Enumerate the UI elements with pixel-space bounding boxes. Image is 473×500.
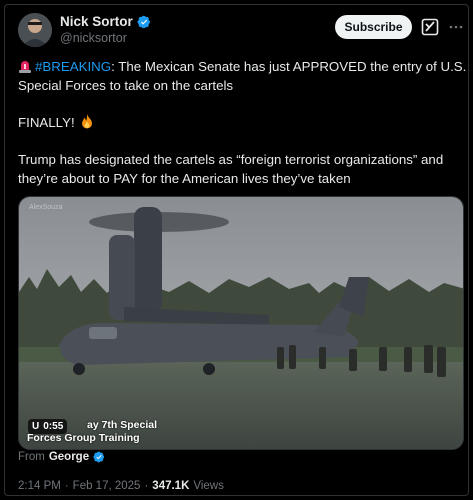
caption-line-1-suffix: ay 7th Special (87, 419, 158, 431)
avatar-image (18, 13, 52, 47)
caption-line-1-prefix: U (32, 421, 40, 432)
more-options-icon[interactable] (448, 15, 464, 39)
author-handle[interactable]: @nicksortor (60, 31, 151, 45)
video-watermark: AlexSouza (29, 204, 63, 211)
tweet-text: #BREAKING: The Mexican Senate has just A… (18, 57, 468, 206)
verified-badge-icon (137, 15, 150, 28)
tweet-paragraph-3: Trump has designated the cartels as “for… (18, 152, 444, 186)
video-timer-value: 0:55 (43, 421, 64, 432)
finally-text: FINALLY! (18, 115, 75, 130)
author-info: Nick Sortor @nicksortor (60, 14, 151, 45)
meta-separator-2: · (144, 480, 149, 492)
meta-separator-1: · (64, 480, 69, 492)
from-name-link[interactable]: George (49, 451, 89, 463)
tweet-paragraph-2: FINALLY! (18, 113, 468, 132)
from-label: From (18, 451, 45, 463)
grok-icon[interactable] (418, 15, 442, 39)
tweet-meta: 2:14 PM · Feb 17, 2025 · 347.1K Views (18, 480, 224, 492)
from-attribution: From George (18, 451, 105, 463)
hashtag-breaking-link[interactable]: #BREAKING (35, 59, 111, 74)
avatar[interactable] (18, 13, 52, 47)
siren-emoji-icon (19, 61, 31, 73)
tweet-date[interactable]: Feb 17, 2025 (73, 480, 141, 492)
video-player[interactable]: AlexSouza ay 7th Special Forces Group Tr… (18, 196, 464, 450)
author-display-name[interactable]: Nick Sortor (60, 14, 133, 29)
video-duration-timer: U 0:55 (28, 419, 68, 434)
tweet-card: Nick Sortor @nicksortor Subscribe #BREAK… (4, 4, 469, 496)
views-count: 347.1K (152, 480, 190, 492)
tweet-time[interactable]: 2:14 PM (18, 480, 61, 492)
verified-badge-icon (93, 451, 105, 463)
tweet-paragraph-1: #BREAKING: The Mexican Senate has just A… (18, 57, 468, 95)
fire-emoji-icon (82, 114, 93, 129)
osprey-aircraft-video-frame (19, 197, 463, 449)
subscribe-button[interactable]: Subscribe (335, 15, 412, 39)
views-label: Views (193, 480, 224, 492)
